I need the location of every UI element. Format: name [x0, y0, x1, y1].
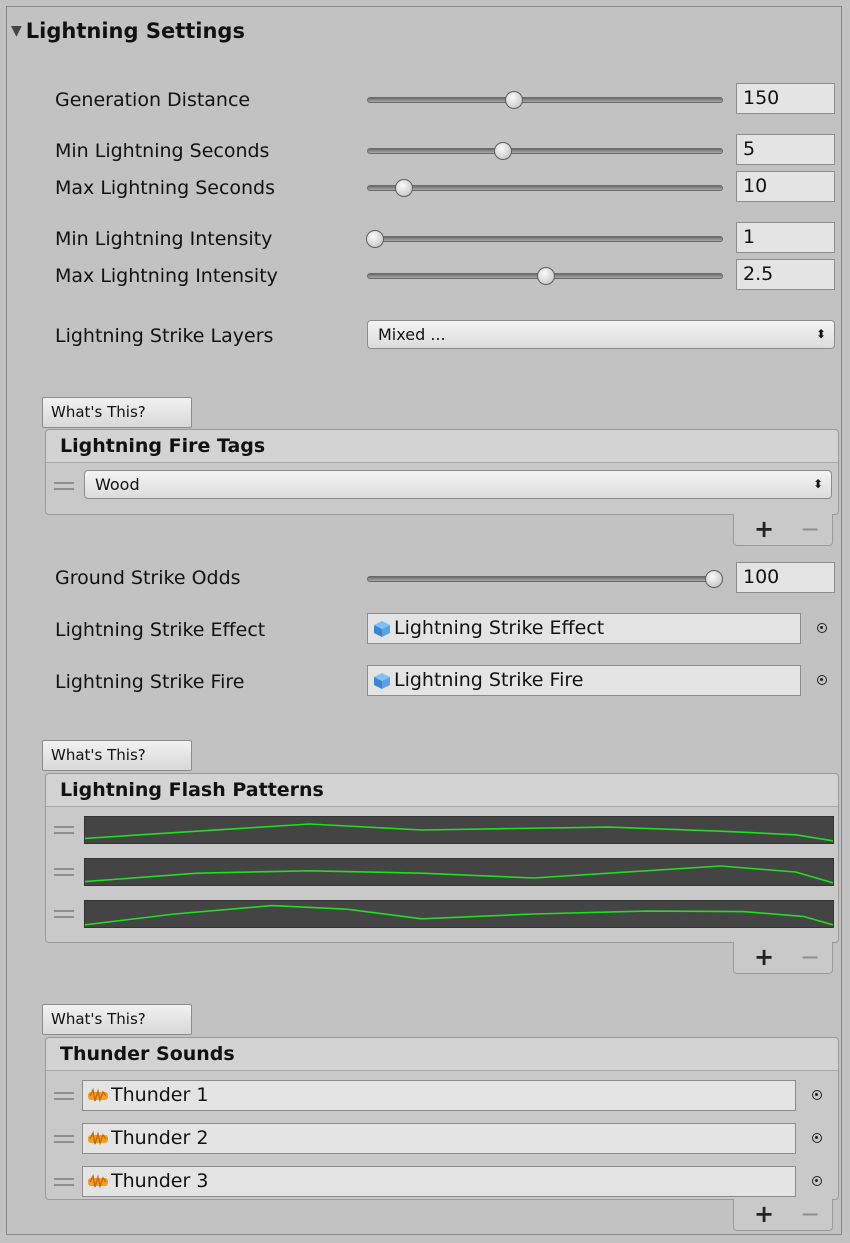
flash-patterns-list: Lightning Flash Patterns: [45, 773, 839, 943]
audio-clip-icon: [88, 1130, 108, 1145]
slider-thumb[interactable]: [366, 230, 385, 248]
cube-icon: [374, 672, 390, 689]
remove-thunder-button[interactable]: −: [800, 1200, 820, 1228]
slider-value-input[interactable]: 1: [736, 222, 835, 253]
drag-handle-icon[interactable]: [54, 482, 74, 490]
slider-label: Max Lightning Intensity: [55, 265, 278, 287]
strike-effect-label: Lightning Strike Effect: [55, 619, 266, 641]
remove-flash-pattern-button[interactable]: −: [800, 943, 820, 971]
add-thunder-button[interactable]: +: [754, 1200, 774, 1228]
thunder-sounds-list: Thunder Sounds Thunder 1 Thunder 2 Thunder…: [45, 1037, 839, 1200]
slider-thumb[interactable]: [494, 142, 513, 160]
strike-fire-field[interactable]: Lightning Strike Fire: [367, 665, 801, 696]
thunder-sound-value: Thunder 2: [111, 1127, 209, 1149]
object-picker-icon[interactable]: [817, 675, 827, 685]
remove-fire-tag-button[interactable]: −: [800, 515, 820, 543]
thunder-sound-field[interactable]: Thunder 1: [82, 1080, 796, 1111]
strike-fire-label: Lightning Strike Fire: [55, 671, 245, 693]
drag-handle-icon[interactable]: [54, 826, 74, 834]
thunder-sound-field[interactable]: Thunder 3: [82, 1166, 796, 1197]
slider-label: Max Lightning Seconds: [55, 177, 276, 199]
slider-thumb[interactable]: [537, 267, 555, 285]
fire-tags-footer: + −: [733, 514, 833, 546]
triangle-down-icon[interactable]: ▼: [11, 23, 22, 39]
drag-handle-icon[interactable]: [54, 1135, 74, 1143]
cube-icon: [374, 620, 390, 637]
ground-strike-slider-thumb[interactable]: [705, 570, 723, 588]
audio-clip-icon: [88, 1087, 108, 1102]
object-picker-icon[interactable]: [817, 623, 827, 633]
slider-label: Generation Distance: [55, 89, 251, 111]
thunder-sounds-footer: + −: [733, 1199, 833, 1231]
whats-this-button-fire-tags[interactable]: What's This?: [42, 397, 192, 428]
curve-line: [84, 823, 834, 842]
inspector-panel: ▼ Lightning Settings Generation Distance…: [6, 6, 842, 1235]
thunder-sound-value: Thunder 1: [111, 1084, 209, 1106]
slider-value-input[interactable]: 5: [736, 134, 835, 165]
curve-graph: [84, 904, 834, 926]
object-picker-icon[interactable]: [812, 1133, 822, 1143]
drag-handle-icon[interactable]: [54, 910, 74, 918]
drag-handle-icon[interactable]: [54, 1178, 74, 1186]
curve-line: [84, 865, 834, 884]
thunder-sounds-header: Thunder Sounds: [46, 1038, 838, 1071]
drag-handle-icon[interactable]: [54, 1092, 74, 1100]
slider-value-input[interactable]: 150: [736, 83, 835, 114]
curve-graph: [84, 823, 834, 842]
slider-track[interactable]: [367, 142, 723, 160]
slider-value-input[interactable]: 2.5: [736, 259, 835, 290]
slider-track[interactable]: [367, 179, 723, 197]
dropdown-arrows-icon: ⬍: [815, 327, 826, 341]
fire-tag-value: Wood: [95, 475, 140, 494]
lightning-settings-foldout[interactable]: ▼ Lightning Settings: [11, 19, 245, 43]
strike-layers-label: Lightning Strike Layers: [55, 325, 274, 347]
flash-patterns-header: Lightning Flash Patterns: [46, 774, 838, 807]
slider-label: Min Lightning Seconds: [55, 140, 270, 162]
curve-graph: [84, 865, 834, 884]
curve-line: [84, 904, 834, 926]
flash-pattern-curve[interactable]: [84, 816, 834, 844]
thunder-sound-value: Thunder 3: [111, 1170, 209, 1192]
ground-strike-slider[interactable]: [367, 570, 723, 588]
strike-layers-value: Mixed ...: [378, 325, 446, 344]
slider-value-input[interactable]: 10: [736, 171, 835, 202]
strike-effect-value: Lightning Strike Effect: [394, 617, 605, 639]
add-fire-tag-button[interactable]: +: [754, 515, 774, 543]
slider-track[interactable]: [367, 91, 723, 109]
object-picker-icon[interactable]: [812, 1176, 822, 1186]
add-flash-pattern-button[interactable]: +: [754, 943, 774, 971]
strike-fire-value: Lightning Strike Fire: [394, 669, 584, 691]
fire-tags-header: Lightning Fire Tags: [46, 430, 838, 463]
ground-strike-input[interactable]: 100: [736, 562, 835, 593]
strike-layers-dropdown[interactable]: Mixed ... ⬍: [367, 320, 835, 349]
flash-pattern-curve[interactable]: [84, 858, 834, 886]
section-title: Lightning Settings: [25, 19, 245, 43]
whats-this-button-thunder[interactable]: What's This?: [42, 1004, 192, 1035]
thunder-sound-field[interactable]: Thunder 2: [82, 1123, 796, 1154]
slider-thumb[interactable]: [394, 179, 413, 197]
fire-tag-dropdown[interactable]: Wood ⬍: [84, 470, 832, 499]
slider-track[interactable]: [367, 267, 723, 285]
flash-patterns-footer: + −: [733, 942, 833, 974]
dropdown-arrows-icon: ⬍: [812, 477, 823, 491]
slider-label: Min Lightning Intensity: [55, 228, 273, 250]
object-picker-icon[interactable]: [812, 1090, 822, 1100]
flash-pattern-curve[interactable]: [84, 900, 834, 928]
fire-tags-list: Lightning Fire Tags Wood ⬍: [45, 429, 839, 515]
audio-clip-icon: [88, 1173, 108, 1188]
strike-effect-field[interactable]: Lightning Strike Effect: [367, 613, 801, 644]
slider-thumb[interactable]: [504, 91, 523, 109]
ground-strike-label: Ground Strike Odds: [55, 567, 241, 589]
whats-this-button-flash-patterns[interactable]: What's This?: [42, 740, 192, 771]
drag-handle-icon[interactable]: [54, 868, 74, 876]
slider-track[interactable]: [366, 230, 723, 248]
